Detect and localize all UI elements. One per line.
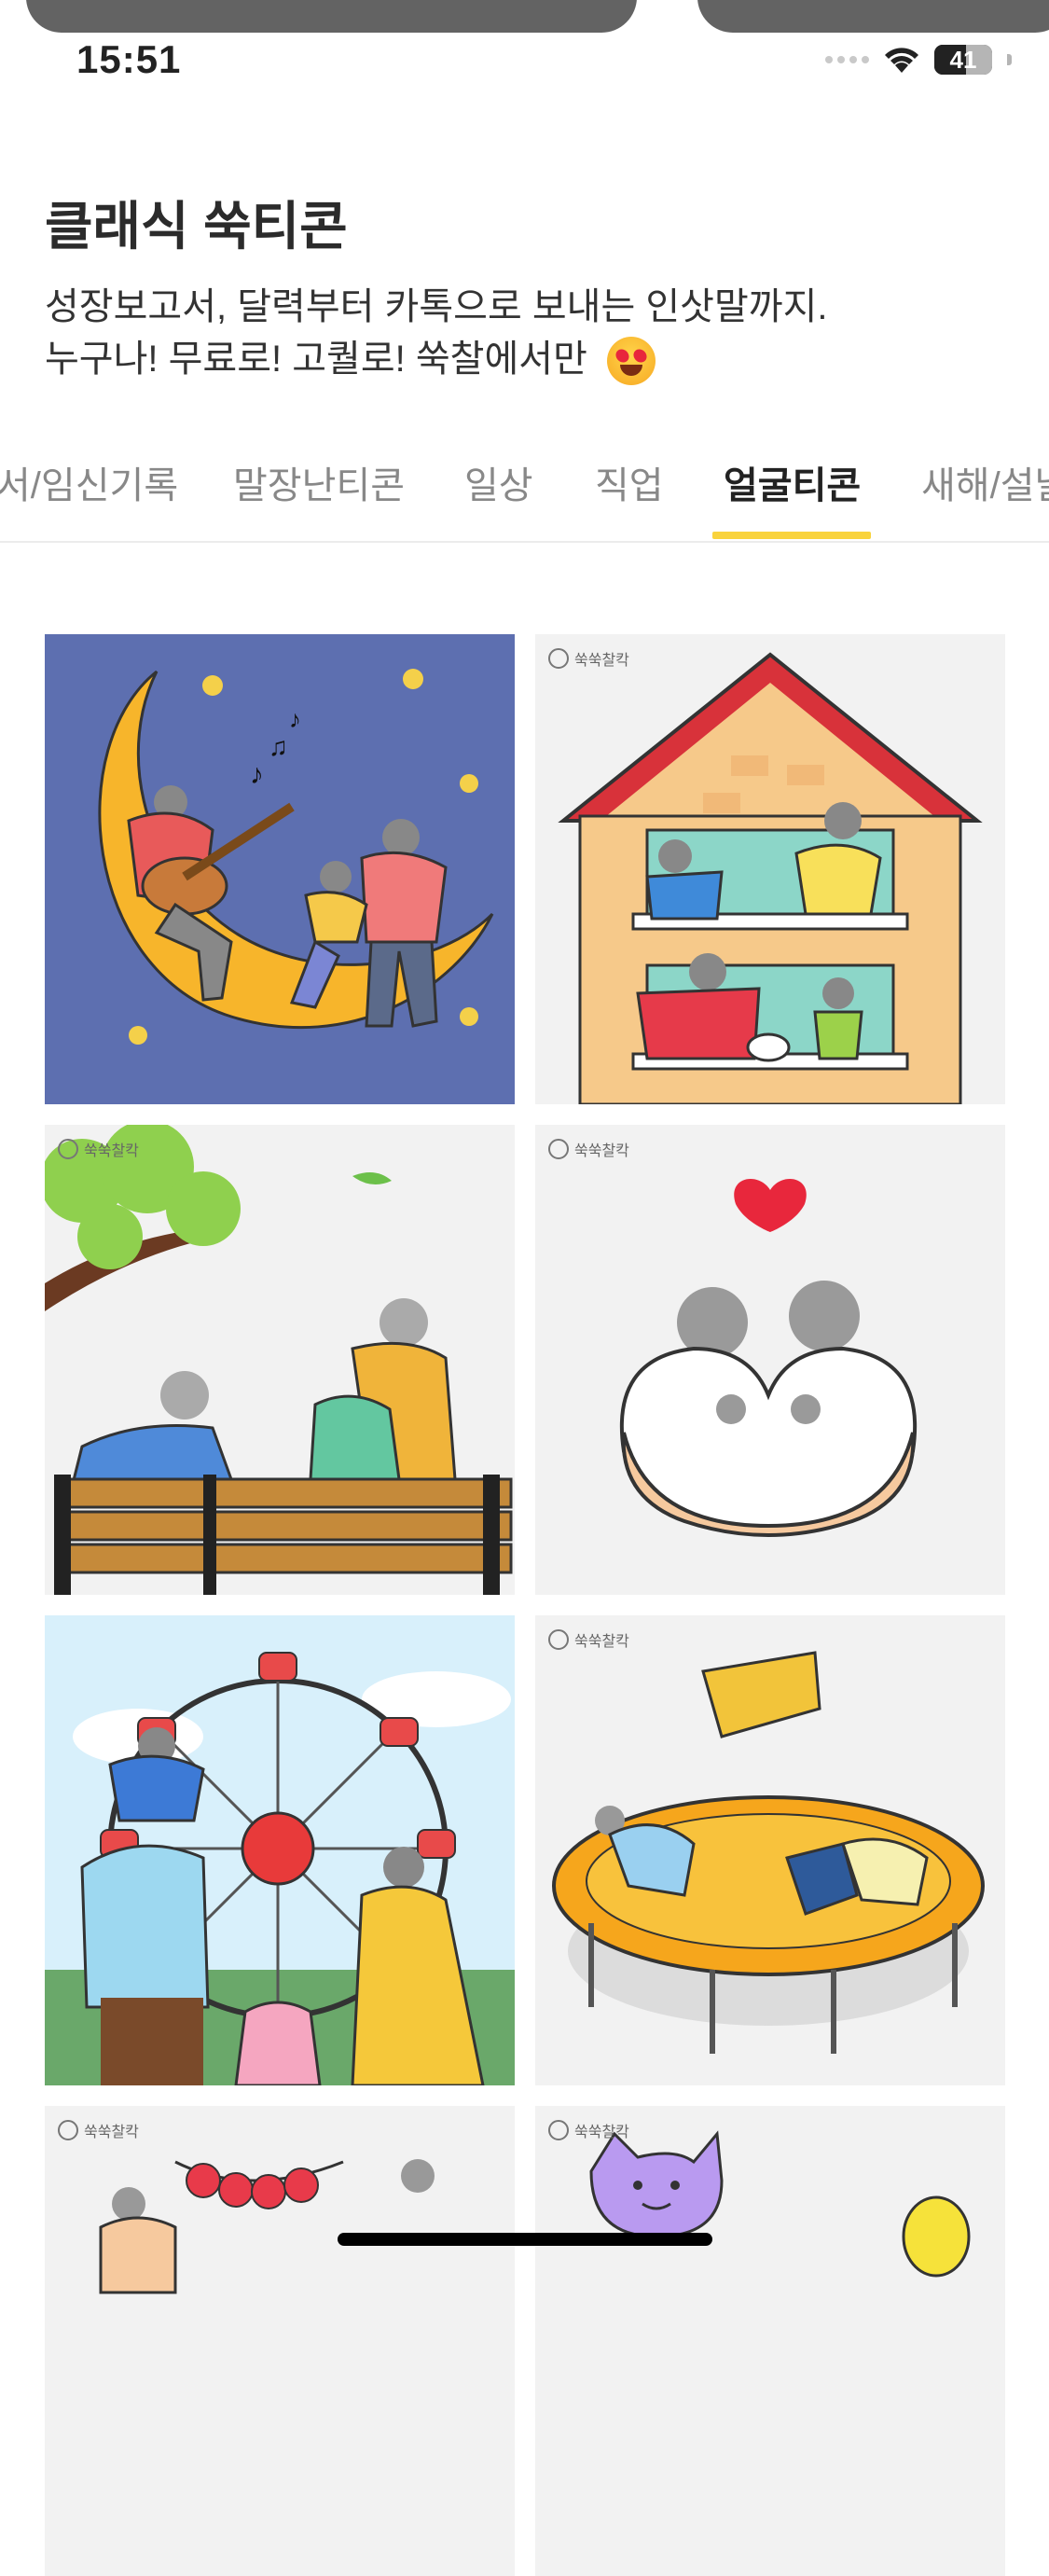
- heart-eyes-emoji-icon: [607, 337, 656, 386]
- description-line-1: 성장보고서, 달력부터 카톡으로 보내는 인삿말까지.: [45, 286, 828, 327]
- status-time: 15:51: [76, 37, 182, 81]
- sticker-hug-heart[interactable]: 쑥쑥찰칵: [535, 1125, 1005, 1595]
- watermark-text: 쑥쑥찰칵: [84, 2125, 139, 2140]
- status-pill-left: [26, 0, 637, 33]
- description-line-2-text: 누구나! 무료로! 고퀄로! 쑥찰에서만: [45, 339, 587, 380]
- tab-daily[interactable]: 일상: [464, 455, 533, 509]
- home-indicator[interactable]: [338, 2233, 712, 2246]
- sticker-ferris-wheel[interactable]: [45, 1615, 515, 2085]
- description-line-2: 누구나! 무료로! 고퀄로! 쑥찰에서만: [45, 333, 827, 386]
- tab-face[interactable]: 얼굴티콘: [724, 455, 861, 509]
- sticker-moon-guitar[interactable]: ♪ ♫ ♪: [45, 634, 515, 1104]
- watermark: 쑥쑥찰칵: [548, 1628, 629, 1651]
- battery-level: 41: [949, 45, 977, 74]
- sticker-bench-tree[interactable]: 쑥쑥찰칵: [45, 1125, 515, 1595]
- sticker-love-banner[interactable]: 쑥쑥찰칵: [45, 2106, 515, 2576]
- tab-job[interactable]: 직업: [595, 455, 664, 509]
- svg-text:♪: ♪: [250, 759, 264, 790]
- watermark-text: 쑥쑥찰칵: [84, 1143, 139, 1159]
- tab-wordplay[interactable]: 말장난티콘: [233, 455, 405, 509]
- wifi-icon: [885, 48, 918, 73]
- page-title: 클래식 쑥티콘: [45, 197, 348, 256]
- watermark: 쑥쑥찰칵: [548, 2119, 629, 2141]
- tab-new-year[interactable]: 새해/설날: [921, 455, 1049, 509]
- tab-pregnancy-record[interactable]: 서/임신기록: [0, 455, 178, 509]
- sticker-cat-balloon[interactable]: 쑥쑥찰칵: [535, 2106, 1005, 2576]
- battery-icon: 41: [934, 45, 992, 75]
- watermark-text: 쑥쑥찰칵: [574, 2125, 629, 2140]
- watermark-text: 쑥쑥찰칵: [574, 653, 629, 669]
- svg-text:♫: ♫: [269, 732, 288, 761]
- cellular-signal-icon: [825, 56, 869, 63]
- watermark: 쑥쑥찰칵: [548, 1138, 629, 1160]
- status-icons: 41: [825, 45, 1012, 75]
- sticker-house-family[interactable]: 쑥쑥찰칵: [535, 634, 1005, 1104]
- watermark: 쑥쑥찰칵: [548, 647, 629, 670]
- page-header: 클래식 쑥티콘 성장보고서, 달력부터 카톡으로 보내는 인삿말까지. 누구나!…: [45, 185, 828, 386]
- status-pill-right: [697, 0, 1049, 33]
- sticker-trampoline[interactable]: 쑥쑥찰칵: [535, 1615, 1005, 2085]
- watermark: 쑥쑥찰칵: [58, 2119, 139, 2141]
- svg-text:♪: ♪: [289, 705, 301, 733]
- watermark-text: 쑥쑥찰칵: [574, 1634, 629, 1650]
- watermark: 쑥쑥찰칵: [58, 1138, 139, 1160]
- page-description: 성장보고서, 달력부터 카톡으로 보내는 인삿말까지. 누구나! 무료로! 고퀄…: [45, 281, 828, 386]
- active-tab-indicator: [712, 532, 871, 539]
- category-tabs: 서/임신기록 말장난티콘 일상 직업 얼굴티콘 새해/설날: [0, 455, 1049, 543]
- watermark-text: 쑥쑥찰칵: [574, 1143, 629, 1159]
